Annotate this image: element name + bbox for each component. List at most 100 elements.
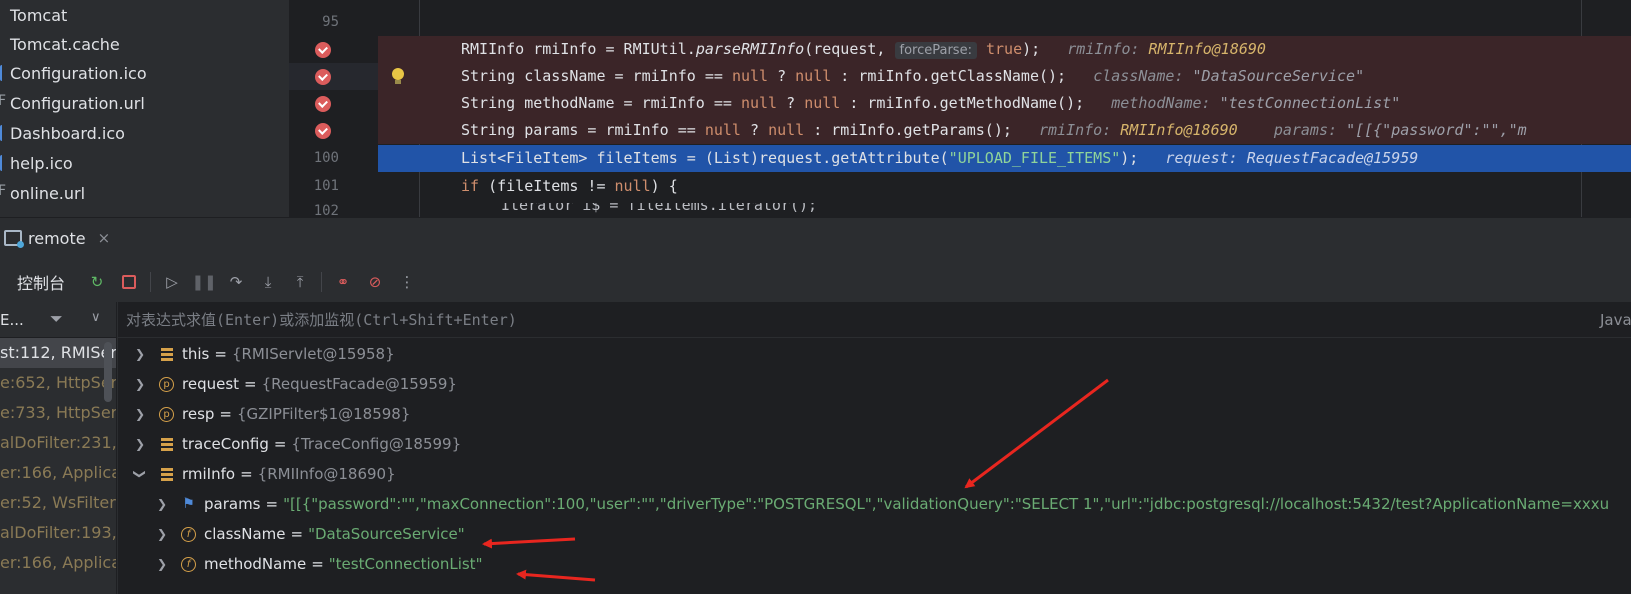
tree-item-tomcat-cache[interactable]: Tomcat.cache bbox=[0, 29, 289, 59]
code-line-breakpoint[interactable]: String className = rmiInfo == null ? nul… bbox=[378, 63, 1631, 90]
more-options-icon[interactable]: ⋮ bbox=[396, 271, 418, 293]
step-into-icon[interactable]: ⤓ bbox=[257, 271, 279, 293]
chevron-right-icon[interactable]: ❯ bbox=[155, 497, 169, 511]
tree-item-label: Tomcat bbox=[10, 5, 68, 25]
variable-value: "DataSourceService" bbox=[308, 525, 465, 543]
tree-item-tomcat[interactable]: Tomcat bbox=[0, 0, 289, 30]
tree-item-configuration-ico[interactable]: Configuration.ico bbox=[0, 58, 289, 88]
tree-item-online-url[interactable]: online.url bbox=[0, 178, 289, 208]
variable-row[interactable]: ❯ p resp = {GZIPFilter$1@18598} bbox=[118, 399, 1631, 429]
resume-icon[interactable]: ▷ bbox=[161, 271, 183, 293]
chevron-right-icon[interactable]: ❯ bbox=[133, 347, 147, 361]
inline-debug-name: request: bbox=[1165, 149, 1238, 167]
stack-frame[interactable]: st:112, RMIServl bbox=[0, 338, 116, 368]
inline-debug-value: "testConnectionList" bbox=[1219, 94, 1401, 112]
tree-item-dashboard-ico[interactable]: Dashboard.ico bbox=[0, 118, 289, 148]
code-line-breakpoint[interactable]: RMIInfo rmiInfo = RMIUtil.parseRMIInfo(r… bbox=[378, 36, 1631, 63]
tree-item-label: online.url bbox=[10, 183, 86, 203]
tab-label: remote bbox=[28, 228, 86, 248]
close-icon[interactable]: × bbox=[98, 229, 111, 247]
stack-frame[interactable]: alDoFilter:193, bbox=[0, 518, 116, 548]
variable-row[interactable]: ❯ traceConfig = {TraceConfig@18599} bbox=[118, 429, 1631, 459]
variable-row[interactable]: ❯ f methodName = "testConnectionList" bbox=[118, 549, 1631, 579]
code-text: RMIInfo rmiInfo = RMIUtil.parseRMIInfo(r… bbox=[461, 40, 1266, 59]
variable-row[interactable]: ❯ p request = {RequestFacade@15959} bbox=[118, 369, 1631, 399]
stop-icon[interactable] bbox=[118, 271, 140, 293]
code-line-execution-point[interactable]: List<FileItem> fileItems = (List)request… bbox=[378, 145, 1631, 172]
line-number: 101 bbox=[313, 178, 339, 194]
console-tab[interactable]: 控制台 bbox=[17, 270, 65, 294]
variable-value: {RMIInfo@18690} bbox=[257, 465, 396, 483]
variable-row[interactable]: ❯ ⚑ params = "[[{"password":"","maxConnec… bbox=[118, 489, 1631, 519]
code-line-breakpoint[interactable]: String params = rmiInfo == null ? null :… bbox=[378, 117, 1631, 144]
local-variable-icon bbox=[159, 437, 174, 452]
line-number: 100 bbox=[313, 150, 339, 166]
breakpoint-icon[interactable] bbox=[315, 96, 331, 112]
breakpoint-icon[interactable] bbox=[315, 123, 331, 139]
local-variable-icon bbox=[159, 467, 174, 482]
chevron-down-icon[interactable]: ❯ bbox=[133, 467, 147, 481]
thread-selector[interactable]: E... bbox=[0, 311, 24, 329]
inline-debug-name: rmiInfo: bbox=[1067, 40, 1140, 58]
editor-gutter[interactable]: 95 100 101 102 bbox=[289, 0, 378, 217]
gutter-row[interactable] bbox=[289, 117, 378, 144]
code-text: String params = rmiInfo == null ? null :… bbox=[461, 121, 1527, 139]
stack-frame[interactable]: e:733, HttpServ bbox=[0, 398, 116, 428]
chevron-right-icon[interactable]: ❯ bbox=[133, 437, 147, 451]
step-out-icon[interactable]: ⤒ bbox=[289, 271, 311, 293]
rerun-icon[interactable]: ↻ bbox=[86, 271, 108, 293]
frames-scrollbar[interactable] bbox=[104, 342, 112, 402]
stack-frame[interactable]: alDoFilter:231, bbox=[0, 428, 116, 458]
chevron-right-icon[interactable]: ❯ bbox=[155, 557, 169, 571]
tree-item-help-ico[interactable]: help.ico bbox=[0, 148, 289, 178]
breakpoint-icon[interactable] bbox=[315, 42, 331, 58]
parameter-hint: forceParse: bbox=[894, 42, 977, 59]
gutter-row: 100 bbox=[289, 145, 378, 172]
tree-item-label: Tomcat.cache bbox=[10, 34, 120, 54]
debug-toolbar: 控制台 ↻ ▷ ❚❚ ↷ ⤓ ⤒ ⚭ ⊘ ⋮ bbox=[0, 265, 1631, 299]
variable-row[interactable]: ❯ rmiInfo = {RMIInfo@18690} bbox=[118, 459, 1631, 489]
tab-remote[interactable]: remote × bbox=[4, 225, 110, 251]
code-editor[interactable]: RMIInfo rmiInfo = RMIUtil.parseRMIInfo(r… bbox=[378, 0, 1631, 217]
image-file-icon bbox=[0, 155, 8, 171]
gutter-row[interactable] bbox=[289, 90, 378, 117]
step-over-icon[interactable]: ↷ bbox=[225, 271, 247, 293]
code-line[interactable]: Iterator i$ = fileItems.iterator(); bbox=[378, 203, 1631, 217]
inline-debug-value: "DataSourceService" bbox=[1192, 67, 1365, 85]
lightbulb-icon[interactable] bbox=[391, 68, 405, 85]
variable-name: params bbox=[204, 495, 261, 513]
tree-item-label: Dashboard.ico bbox=[10, 123, 125, 143]
evaluate-expression-input[interactable] bbox=[126, 302, 1506, 338]
variable-row[interactable]: ❯ f className = "DataSourceService" bbox=[118, 519, 1631, 549]
gutter-row[interactable] bbox=[289, 63, 378, 90]
inline-debug-value: RMIInfo@18690 bbox=[1120, 121, 1238, 139]
project-tree: Tomcat Tomcat.cache Configuration.ico Co… bbox=[0, 0, 289, 217]
inline-debug-value: "[[{"password":"","m bbox=[1346, 121, 1527, 139]
variables-panel: Java ❯ this= {RMIServlet@15958} ❯ p requ… bbox=[118, 302, 1631, 594]
gutter-row[interactable] bbox=[289, 36, 378, 63]
filter-icon[interactable]: ⏷ bbox=[50, 309, 63, 329]
field-icon: f bbox=[181, 526, 196, 542]
stack-frame[interactable]: er:166, Applicat bbox=[0, 458, 116, 488]
tree-item-configuration-url[interactable]: Configuration.url bbox=[0, 88, 289, 118]
variable-row[interactable]: ❯ this = {RMIServlet@15958} bbox=[118, 339, 1631, 369]
chevron-right-icon[interactable]: ❯ bbox=[155, 527, 169, 541]
stack-frame[interactable]: e:652, HttpServ bbox=[0, 368, 116, 398]
variable-name: resp bbox=[182, 405, 215, 423]
inline-debug-name: className: bbox=[1093, 67, 1184, 85]
view-breakpoints-icon[interactable]: ⚭ bbox=[332, 271, 354, 293]
parameter-icon: p bbox=[159, 406, 174, 422]
pause-icon[interactable]: ❚❚ bbox=[191, 271, 216, 293]
chevron-right-icon[interactable]: ❯ bbox=[133, 377, 147, 391]
stack-frame[interactable]: er:166, Applicat bbox=[0, 548, 116, 578]
chevron-down-icon[interactable]: ∨ bbox=[91, 310, 101, 325]
mute-breakpoints-icon[interactable]: ⊘ bbox=[364, 271, 386, 293]
language-label[interactable]: Java bbox=[1600, 311, 1631, 329]
code-line[interactable]: if (fileItems != null) { bbox=[378, 173, 1631, 200]
url-file-icon bbox=[0, 93, 8, 111]
code-line-breakpoint[interactable]: String methodName = rmiInfo == null ? nu… bbox=[378, 90, 1631, 117]
breakpoint-icon[interactable] bbox=[315, 69, 331, 85]
stack-frame[interactable]: er:52, WsFilter bbox=[0, 488, 116, 518]
code-text: List<FileItem> fileItems = (List)request… bbox=[461, 149, 1419, 167]
chevron-right-icon[interactable]: ❯ bbox=[133, 407, 147, 421]
